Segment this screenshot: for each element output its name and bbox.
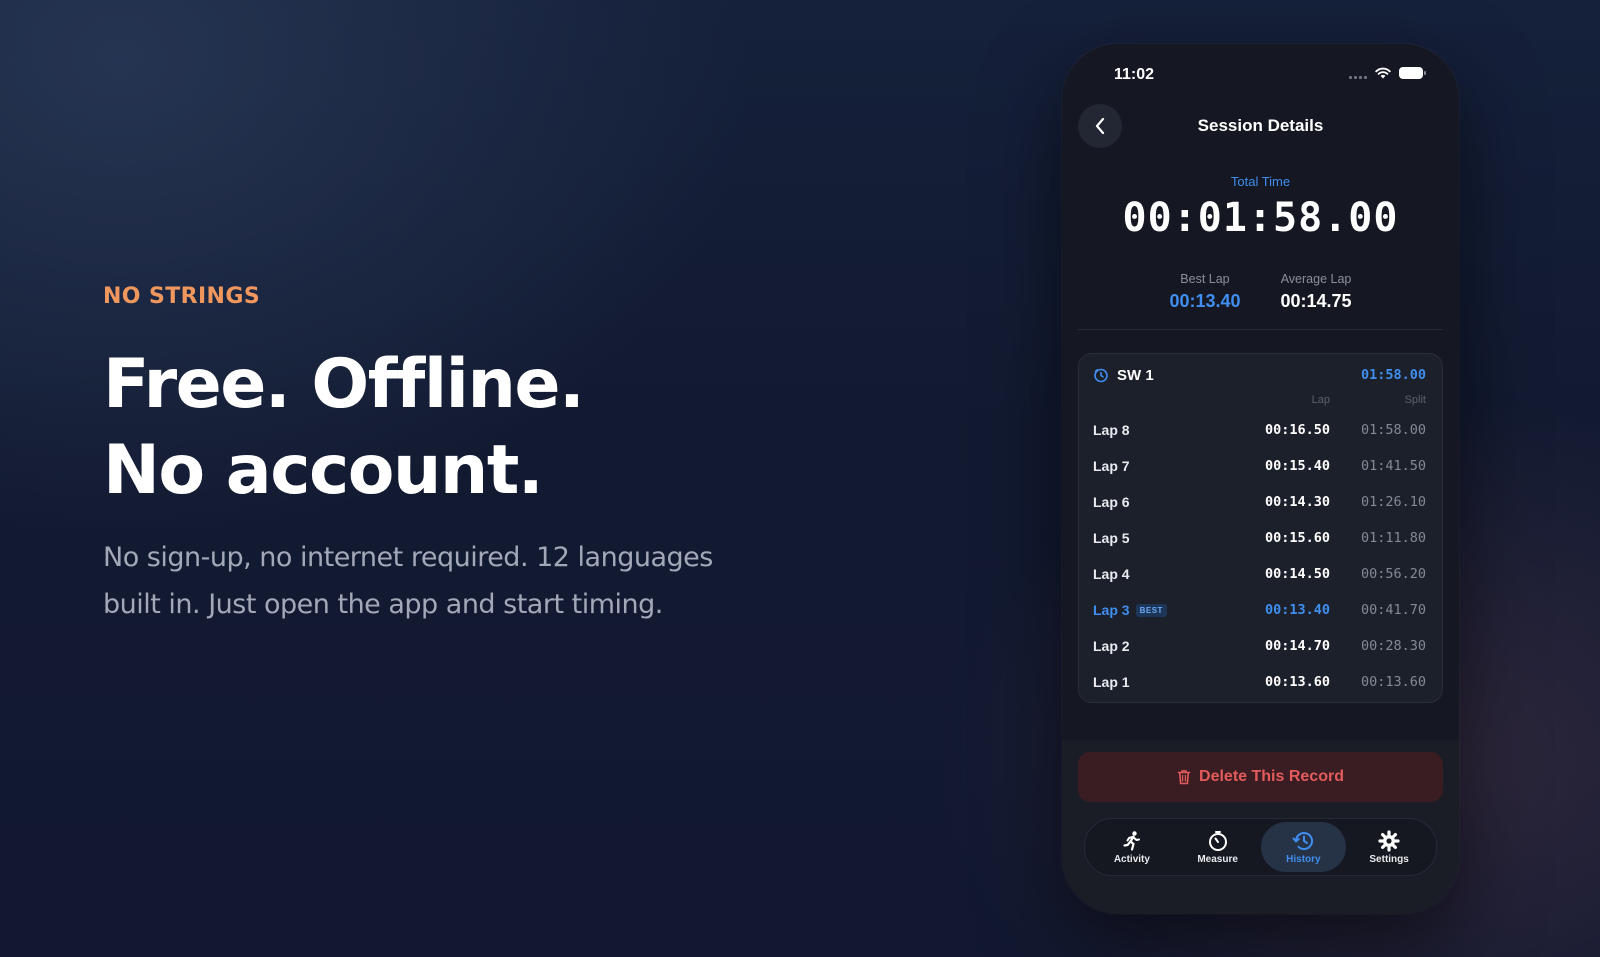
tab-label: History <box>1286 853 1321 865</box>
lap-split: 01:58.00 <box>1360 422 1426 438</box>
lap-time: 00:14.30 <box>1264 494 1330 510</box>
stopwatch-icon <box>1094 368 1108 383</box>
headline: Free. Offline. No account. <box>103 342 803 514</box>
nav-header: Session Details <box>1062 104 1459 152</box>
status-time: 11:02 <box>1114 66 1155 83</box>
lap-split: 00:13.60 <box>1360 674 1426 690</box>
lap-name: Lap 8 <box>1093 422 1130 438</box>
tab-bar: Activity Measure History Settings <box>1084 818 1437 876</box>
lap-time: 00:13.60 <box>1264 674 1330 690</box>
lap-list: Lap 8 00:16.50 01:58.00 Lap 7 00:15.40 0… <box>1093 412 1426 700</box>
lap-split: 01:41.50 <box>1360 458 1426 474</box>
column-headers: Lap Split <box>1093 394 1426 408</box>
lap-time: 00:15.40 <box>1264 458 1330 474</box>
total-time-value: 00:01:58.00 <box>1122 195 1399 241</box>
bottom-panel: Delete This Record Activity Measure Hist… <box>1062 740 1459 914</box>
best-lap-value: 00:13.40 <box>1169 291 1241 311</box>
best-lap-label: Best Lap <box>1180 272 1230 286</box>
eyebrow-label: NO STRINGS <box>103 284 261 309</box>
column-header-lap: Lap <box>1311 394 1330 406</box>
tab-settings[interactable]: Settings <box>1346 822 1432 872</box>
best-badge: BEST <box>1135 603 1167 617</box>
lap-split: 01:26.10 <box>1360 494 1426 510</box>
lap-name: Lap 6 <box>1093 494 1130 510</box>
lap-row: Lap 1 00:13.60 00:13.60 <box>1093 664 1426 700</box>
lap-row: Lap 2 00:14.70 00:28.30 <box>1093 628 1426 664</box>
subcopy-line: No sign-up, no internet required. 12 lan… <box>103 542 713 573</box>
lap-name: Lap 2 <box>1093 638 1130 654</box>
lap-row-best: Lap 3 BEST 00:13.40 00:41.70 <box>1093 592 1426 628</box>
average-lap-value: 00:14.75 <box>1280 291 1352 311</box>
delete-record-label: Delete This Record <box>1199 768 1344 785</box>
lap-name: Lap 4 <box>1093 566 1130 582</box>
phone-mockup: 11:02 Session Details Total Time 00:01:5… <box>1062 44 1459 914</box>
status-icons <box>1349 67 1426 79</box>
stopwatch-laps-card: SW 1 01:58.00 Lap Split Lap 8 00:16.50 0… <box>1078 353 1443 703</box>
stopwatch-total: 01:58.00 <box>1360 367 1426 383</box>
headline-line: Free. Offline. <box>103 345 585 424</box>
delete-record-button[interactable]: Delete This Record <box>1078 752 1443 802</box>
stopwatch-icon <box>1208 830 1227 851</box>
lap-name: Lap 5 <box>1093 530 1130 546</box>
session-summary: Total Time 00:01:58.00 <box>1062 174 1459 241</box>
battery-icon <box>1399 67 1426 79</box>
gear-icon <box>1378 829 1400 852</box>
cellular-signal-icon <box>1349 67 1367 79</box>
lap-row: Lap 6 00:14.30 01:26.10 <box>1093 484 1426 520</box>
lap-name: Lap 7 <box>1093 458 1130 474</box>
lap-stats: Best Lap 00:13.40 Average Lap 00:14.75 <box>1062 272 1459 312</box>
runner-icon <box>1123 830 1140 851</box>
marketing-copy: NO STRINGS Free. Offline. No account. No… <box>103 286 803 628</box>
lap-row: Lap 8 00:16.50 01:58.00 <box>1093 412 1426 448</box>
best-lap-stat: Best Lap 00:13.40 <box>1169 272 1240 312</box>
lap-split: 01:11.80 <box>1360 530 1426 546</box>
page-title: Session Details <box>1197 116 1324 135</box>
tab-measure[interactable]: Measure <box>1175 822 1261 872</box>
status-bar: 11:02 <box>1062 44 1459 104</box>
tab-label: Measure <box>1197 853 1238 865</box>
wifi-icon <box>1375 67 1391 79</box>
tab-label: Settings <box>1369 853 1409 865</box>
lap-split: 00:56.20 <box>1360 566 1426 582</box>
lap-name: Lap 1 <box>1093 674 1130 690</box>
stopwatch-header: SW 1 01:58.00 <box>1093 364 1426 386</box>
stopwatch-name: SW 1 <box>1117 366 1154 384</box>
lap-row: Lap 7 00:15.40 01:41.50 <box>1093 448 1426 484</box>
subcopy-line: built in. Just open the app and start ti… <box>103 589 663 620</box>
lap-split: 00:28.30 <box>1360 638 1426 654</box>
divider <box>1078 329 1443 330</box>
lap-time: 00:15.60 <box>1264 530 1330 546</box>
subcopy: No sign-up, no internet required. 12 lan… <box>103 534 803 628</box>
history-clock-icon <box>1292 831 1314 850</box>
lap-split: 00:41.70 <box>1360 602 1426 618</box>
lap-row: Lap 4 00:14.50 00:56.20 <box>1093 556 1426 592</box>
trash-icon <box>1177 770 1191 785</box>
total-time-label: Total Time <box>1230 174 1291 189</box>
tab-history[interactable]: History <box>1260 822 1347 872</box>
lap-time: 00:14.50 <box>1264 566 1330 582</box>
tab-label: Activity <box>1113 853 1150 865</box>
average-lap-label: Average Lap <box>1280 272 1352 286</box>
lap-name: Lap 3 <box>1093 602 1130 618</box>
lap-time: 00:16.50 <box>1264 422 1330 438</box>
column-header-split: Split <box>1404 394 1426 406</box>
tab-activity[interactable]: Activity <box>1089 822 1175 872</box>
lap-time: 00:13.40 <box>1264 602 1330 618</box>
lap-row: Lap 5 00:15.60 01:11.80 <box>1093 520 1426 556</box>
headline-line: No account. <box>103 431 544 510</box>
lap-time: 00:14.70 <box>1264 638 1330 654</box>
average-lap-stat: Average Lap 00:14.75 <box>1281 272 1352 312</box>
